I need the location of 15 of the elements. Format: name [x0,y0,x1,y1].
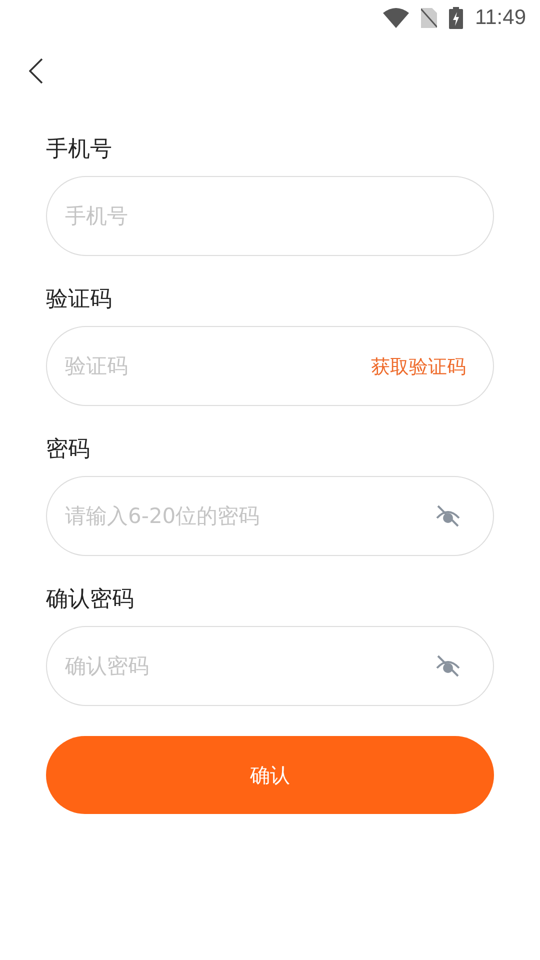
battery-charging-icon [449,7,463,29]
no-sim-icon [421,8,437,28]
phone-field[interactable]: 手机号 [46,176,494,256]
get-code-button[interactable]: 获取验证码 [371,354,466,380]
field-label: 手机号 [46,136,113,164]
wifi-icon [383,8,409,28]
eye-off-icon[interactable] [434,504,462,528]
confirm-button[interactable]: 确认 [46,736,494,814]
field-label: 密码 [46,436,91,464]
password-field[interactable]: 确认密码 [46,626,494,706]
status-time: 11:49 [475,6,526,30]
field-label: 确认密码 [46,586,135,614]
field-label: 验证码 [46,286,113,314]
eye-off-icon[interactable] [434,654,462,678]
password-field[interactable]: 请输入6-20位的密码 [46,476,494,556]
